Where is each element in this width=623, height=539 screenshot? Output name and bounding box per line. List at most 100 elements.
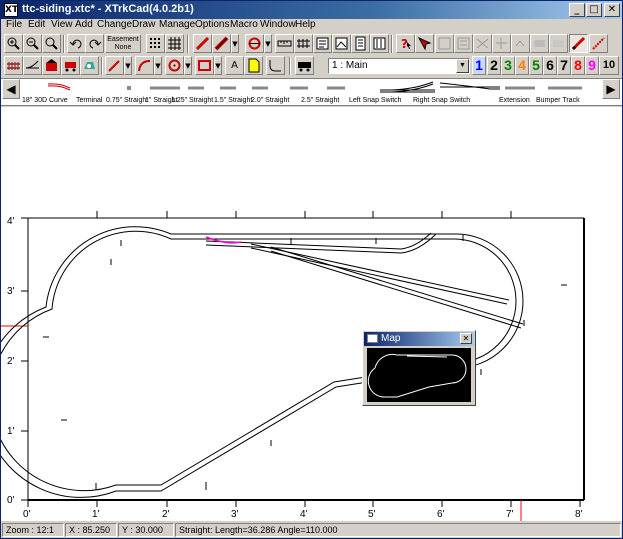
turnout-design-icon[interactable] xyxy=(23,56,42,75)
toolbar-separator xyxy=(187,35,189,53)
zoom-in-icon[interactable] xyxy=(4,34,23,53)
map-title-bar[interactable]: Map ✕ xyxy=(364,332,474,346)
layer-button-4[interactable]: 4 xyxy=(515,56,529,75)
menu-macro[interactable]: Macro xyxy=(230,19,258,30)
structure-icon[interactable] xyxy=(42,56,61,75)
hotbar-item[interactable]: 1.25" Straight xyxy=(171,97,213,104)
layer-button-9[interactable]: 9 xyxy=(585,56,599,75)
hotbar-left-arrow[interactable]: ◀ xyxy=(2,79,20,99)
bridge-icon[interactable] xyxy=(549,34,568,53)
elevation-icon[interactable] xyxy=(332,34,351,53)
chevron-down-icon[interactable]: ▼ xyxy=(456,59,469,73)
snap-grid-icon[interactable] xyxy=(146,34,165,53)
layer-button-1[interactable]: 1 xyxy=(472,56,486,75)
layer-button-3[interactable]: 3 xyxy=(501,56,515,75)
train-icon[interactable] xyxy=(80,56,99,75)
hotbar-item[interactable]: Left Snap Switch xyxy=(349,97,402,104)
track-width-dropdown[interactable]: ▼ xyxy=(231,34,239,53)
zoom-out-icon[interactable] xyxy=(23,34,42,53)
hotbar-right-arrow[interactable]: ▶ xyxy=(602,79,620,99)
zoom-menu-icon[interactable] xyxy=(42,34,61,53)
parallel-track-icon[interactable] xyxy=(294,34,313,53)
layer-button-5[interactable]: 5 xyxy=(529,56,543,75)
menu-options[interactable]: Options xyxy=(195,19,229,30)
train-run-icon[interactable] xyxy=(295,56,314,75)
hotbar-item[interactable]: 2.5" Straight xyxy=(301,97,339,104)
line-icon[interactable] xyxy=(105,56,124,75)
draw-bench-icon[interactable] xyxy=(589,34,608,53)
line-dropdown[interactable]: ▼ xyxy=(124,56,132,75)
svg-text:?: ? xyxy=(401,37,408,51)
text-block-icon[interactable] xyxy=(351,34,370,53)
menu-manage[interactable]: Manage xyxy=(159,19,195,30)
hotbar-item[interactable]: 1.5" Straight xyxy=(214,97,252,104)
hotbar-item[interactable]: Terminal xyxy=(76,97,102,104)
close-button[interactable]: ✕ xyxy=(604,3,620,17)
text-tool-icon[interactable]: A xyxy=(225,56,244,75)
layer-button-7[interactable]: 7 xyxy=(557,56,571,75)
undo-icon[interactable] xyxy=(67,34,86,53)
draw-track-mode-icon[interactable] xyxy=(569,34,588,53)
hotbar-item[interactable]: Extension xyxy=(499,97,530,104)
box-icon[interactable] xyxy=(195,56,214,75)
connect-icon[interactable] xyxy=(511,34,530,53)
map-window[interactable]: Map ✕ xyxy=(362,330,476,406)
menu-help[interactable]: Help xyxy=(295,19,316,30)
curve-dropdown[interactable]: ▼ xyxy=(154,56,162,75)
rotate-icon[interactable] xyxy=(435,34,454,53)
box-dropdown[interactable]: ▼ xyxy=(214,56,222,75)
menu-draw[interactable]: Draw xyxy=(132,19,155,30)
layer-button-10[interactable]: 10 xyxy=(599,56,619,75)
curve-icon[interactable] xyxy=(135,56,154,75)
menu-change[interactable]: Change xyxy=(97,19,132,30)
track-draw-icon[interactable] xyxy=(193,34,212,53)
help-context-icon[interactable]: ? xyxy=(396,34,415,53)
map-close-button[interactable]: ✕ xyxy=(460,333,472,344)
hotbar-item[interactable]: 0.75" Straight xyxy=(106,97,148,104)
draw-table-edge-icon[interactable] xyxy=(266,56,285,75)
menu-add[interactable]: Add xyxy=(75,19,93,30)
y-tick-label: 4' xyxy=(7,216,15,227)
describe-icon[interactable] xyxy=(313,34,332,53)
status-zoom: Zoom : 12:1 xyxy=(2,523,64,537)
menu-view[interactable]: View xyxy=(51,19,73,30)
layers-icon[interactable] xyxy=(370,34,389,53)
x-tick-label: 2' xyxy=(162,509,170,520)
hotbar-item[interactable]: Bumper Track xyxy=(536,97,580,104)
map-view[interactable] xyxy=(367,348,471,402)
x-tick-label: 1' xyxy=(92,509,100,520)
map-dropdown[interactable]: ▼ xyxy=(264,34,272,53)
track-width-icon[interactable] xyxy=(212,34,231,53)
join-icon[interactable] xyxy=(492,34,511,53)
menu-window[interactable]: Window xyxy=(260,19,296,30)
layer-button-6[interactable]: 6 xyxy=(543,56,557,75)
layout-canvas[interactable]: 0' 1' 2' 3' 4' 5' 6' 7' 8' 0' 1' 2' 3' 4… xyxy=(1,107,622,521)
menu-file[interactable]: File xyxy=(6,19,22,30)
hotbar-item[interactable]: Right Snap Switch xyxy=(413,97,470,104)
layer-button-8[interactable]: 8 xyxy=(571,56,585,75)
grid-show-icon[interactable] xyxy=(165,34,184,53)
maximize-button[interactable]: □ xyxy=(586,3,602,17)
hotbar-item[interactable]: 2.0" Straight xyxy=(251,97,289,104)
car-inventory-icon[interactable] xyxy=(61,56,80,75)
flip-icon[interactable] xyxy=(454,34,473,53)
hotbar-track-icon[interactable] xyxy=(4,56,23,75)
menu-edit[interactable]: Edit xyxy=(28,19,45,30)
tunnel-icon[interactable] xyxy=(530,34,549,53)
ruler-icon[interactable] xyxy=(275,34,294,53)
select-icon[interactable] xyxy=(415,34,434,53)
easement-label: Easement xyxy=(107,36,139,43)
layer-select[interactable]: 1 : Main ▼ xyxy=(328,58,470,74)
map-button-icon[interactable] xyxy=(245,34,264,53)
circle-dropdown[interactable]: ▼ xyxy=(184,56,192,75)
split-icon[interactable] xyxy=(473,34,492,53)
circle-icon[interactable] xyxy=(165,56,184,75)
note-icon[interactable] xyxy=(244,56,263,75)
y-tick-label: 3' xyxy=(7,286,15,297)
app-window: XT ttc-siding.xtc* - XTrkCad(4.0.2b1) _ … xyxy=(0,0,623,539)
easement-button[interactable]: Easement None xyxy=(105,34,141,53)
layer-button-2[interactable]: 2 xyxy=(487,56,501,75)
minimize-button[interactable]: _ xyxy=(569,3,585,17)
redo-icon[interactable] xyxy=(85,34,104,53)
hotbar-item[interactable]: 18" 30D Curve xyxy=(22,97,68,104)
